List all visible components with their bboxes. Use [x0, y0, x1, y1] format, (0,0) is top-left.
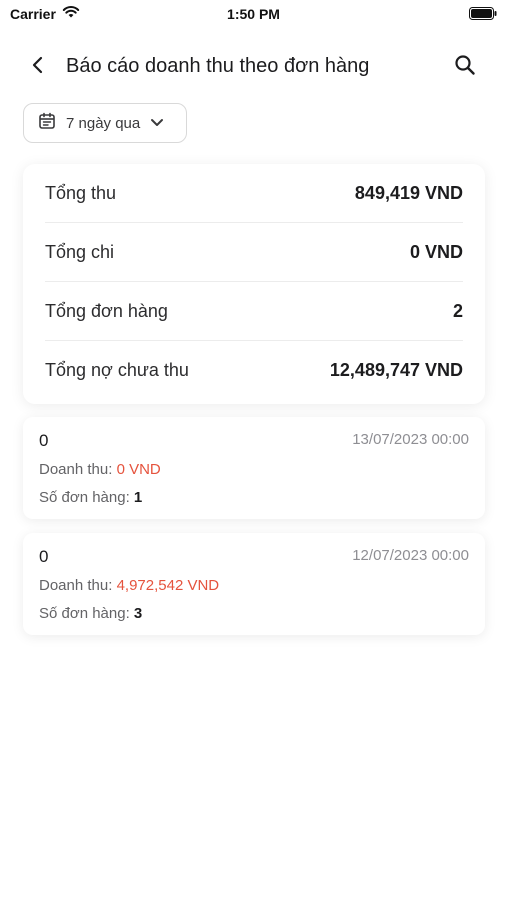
date-range-label: 7 ngày qua — [66, 114, 141, 132]
status-bar: Carrier 1:50 PM — [0, 0, 507, 28]
revenue-amount: 0 VND — [116, 461, 161, 478]
order-revenue: Doanh thu: 0 VND — [39, 461, 161, 478]
count-value: 1 — [133, 489, 143, 506]
count-value: 3 — [133, 605, 143, 622]
order-name: 0 — [39, 547, 49, 566]
summary-label: Tổng nợ chưa thu — [45, 359, 189, 380]
summary-value: 2 — [452, 300, 463, 321]
order-count: Số đơn hàng: 1 — [39, 489, 142, 506]
summary-row-total-income: Tổng thu 849,419 VND — [45, 164, 463, 223]
summary-card: Tổng thu 849,419 VND Tổng chi 0 VND Tổng… — [23, 164, 485, 404]
search-icon — [454, 54, 476, 81]
summary-label: Tổng đơn hàng — [45, 300, 168, 321]
revenue-label: Doanh thu: — [39, 577, 113, 594]
summary-row-total-debt: Tổng nợ chưa thu 12,489,747 VND — [45, 341, 463, 399]
date-range-dropdown[interactable]: 7 ngày qua — [23, 103, 187, 143]
order-date: 12/07/2023 00:00 — [352, 547, 469, 564]
summary-value: 0 VND — [409, 241, 463, 262]
summary-label: Tổng chi — [45, 241, 115, 262]
calendar-icon — [38, 112, 56, 135]
revenue-label: Doanh thu: — [39, 461, 113, 478]
revenue-amount: 4,972,542 VND — [116, 577, 220, 594]
clock: 1:50 PM — [227, 6, 280, 22]
order-card[interactable]: 0 12/07/2023 00:00 Doanh thu: 4,972,542 … — [23, 533, 485, 635]
search-button[interactable] — [451, 53, 479, 81]
summary-row-total-expense: Tổng chi 0 VND — [45, 223, 463, 282]
count-label: Số đơn hàng: — [39, 489, 130, 506]
page-title: Báo cáo doanh thu theo đơn hàng — [66, 55, 370, 77]
back-button[interactable] — [24, 53, 52, 81]
order-revenue: Doanh thu: 4,972,542 VND — [39, 577, 219, 594]
order-card[interactable]: 0 13/07/2023 00:00 Doanh thu: 0 VND Số đ… — [23, 417, 485, 519]
order-name: 0 — [39, 431, 49, 450]
summary-value: 12,489,747 VND — [329, 359, 463, 380]
summary-label: Tổng thu — [45, 182, 117, 203]
count-label: Số đơn hàng: — [39, 605, 130, 622]
order-count: Số đơn hàng: 3 — [39, 605, 142, 622]
chevron-down-icon — [150, 118, 164, 128]
chevron-left-icon — [31, 56, 45, 79]
order-date: 13/07/2023 00:00 — [352, 431, 469, 448]
nav-bar: Báo cáo doanh thu theo đơn hàng — [0, 44, 507, 88]
summary-row-total-orders: Tổng đơn hàng 2 — [45, 282, 463, 341]
battery-icon — [469, 7, 497, 25]
summary-value: 849,419 VND — [354, 182, 463, 203]
